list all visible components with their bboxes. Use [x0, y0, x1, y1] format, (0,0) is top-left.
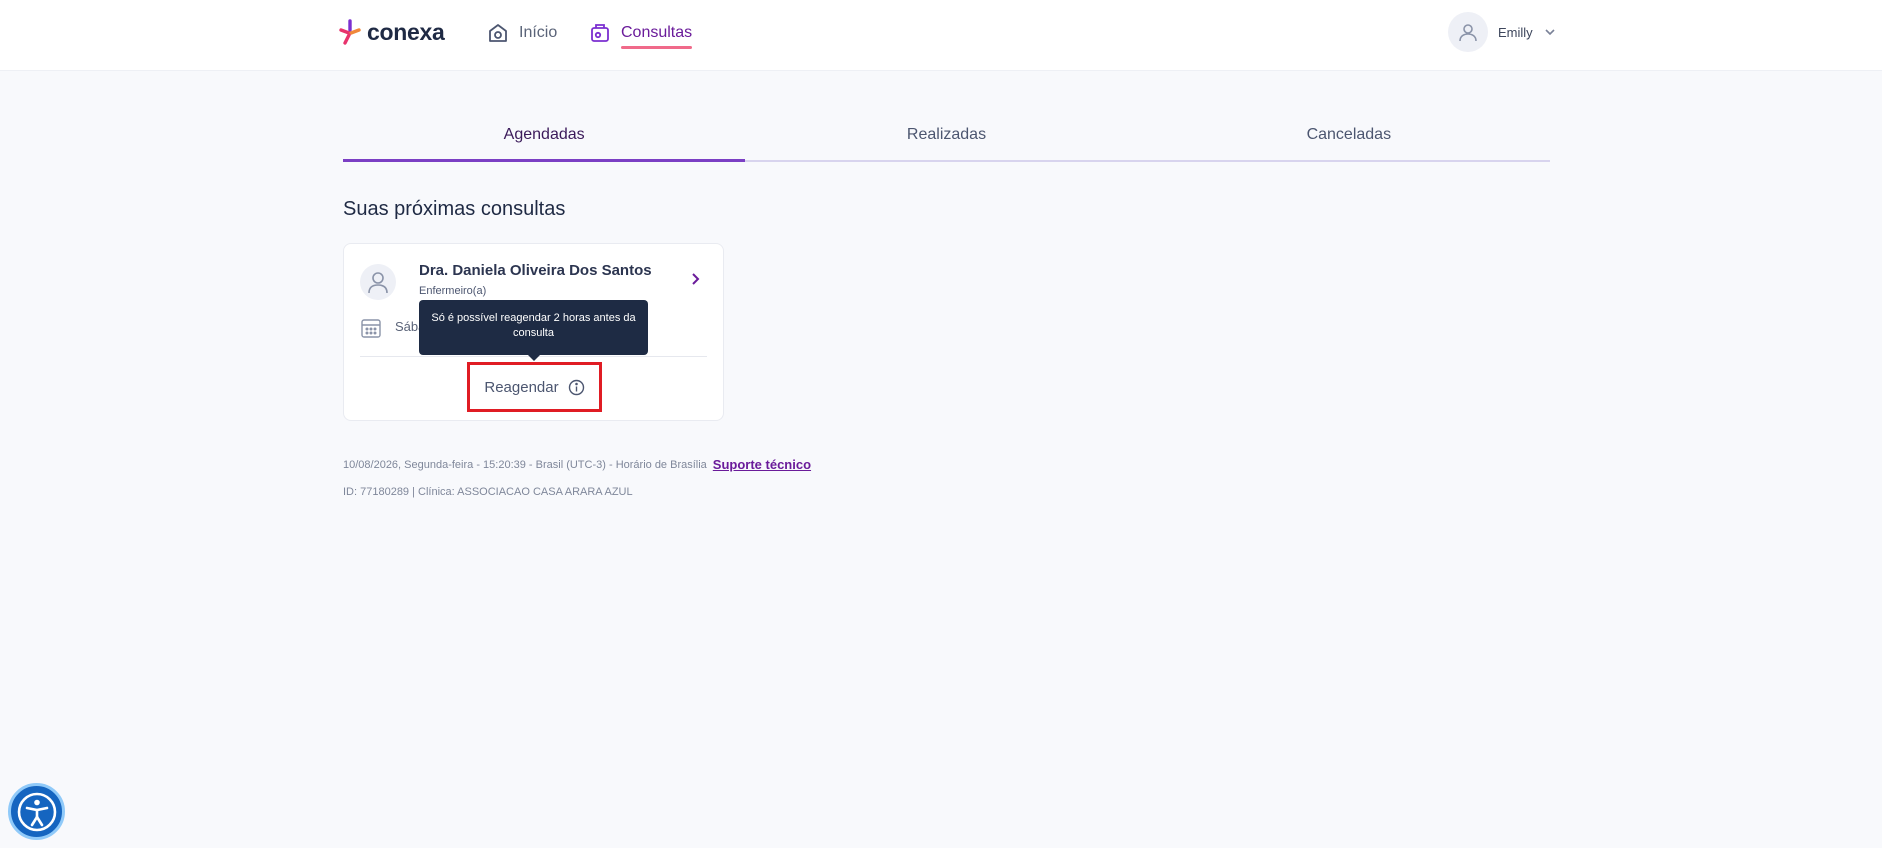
appointments-tabs: Agendadas Realizadas Canceladas — [343, 112, 1550, 162]
doctor-name: Dra. Daniela Oliveira Dos Santos — [419, 262, 652, 279]
reschedule-button[interactable]: Reagendar — [467, 362, 602, 412]
info-icon[interactable] — [568, 379, 585, 396]
support-link[interactable]: Suporte técnico — [713, 457, 811, 472]
tab-canceladas[interactable]: Canceladas — [1147, 112, 1550, 162]
user-icon — [1459, 24, 1477, 42]
consultas-icon — [591, 24, 609, 42]
user-name: Emilly — [1498, 24, 1533, 40]
user-menu[interactable]: Emilly — [1448, 12, 1557, 52]
top-header: conexa Início Consultas Emilly — [0, 0, 1882, 71]
active-nav-underline — [621, 46, 693, 49]
nav-inicio-label: Início — [519, 24, 558, 41]
chevron-down-icon — [1545, 29, 1555, 36]
accessibility-button[interactable] — [8, 783, 65, 840]
avatar — [1448, 12, 1488, 52]
tab-realizadas[interactable]: Realizadas — [745, 112, 1148, 162]
doctor-avatar — [360, 264, 396, 300]
footer-datetime: 10/08/2026, Segunda-feira - 15:20:39 - B… — [343, 458, 707, 471]
user-icon — [368, 272, 388, 294]
conexa-logo[interactable]: conexa — [338, 18, 445, 46]
tab-agendadas[interactable]: Agendadas — [343, 112, 746, 162]
tooltip-arrow — [528, 355, 540, 361]
nav-inicio[interactable]: Início — [487, 18, 557, 48]
reschedule-label: Reagendar — [484, 378, 559, 396]
accessibility-icon — [17, 792, 56, 831]
nav-consultas-label: Consultas — [621, 24, 693, 49]
nav-consultas-text: Consultas — [621, 24, 693, 41]
logo-mark-icon — [339, 19, 361, 45]
doctor-role: Enfermeiro(a) — [419, 285, 487, 297]
chevron-right-icon[interactable] — [688, 271, 702, 287]
reschedule-tooltip: Só é possível reagendar 2 horas antes da… — [419, 300, 648, 355]
calendar-icon — [361, 319, 381, 338]
section-title: Suas próximas consultas — [343, 198, 566, 220]
footer-datetime-line: 10/08/2026, Segunda-feira - 15:20:39 - B… — [343, 457, 811, 472]
nav-consultas[interactable]: Consultas — [589, 18, 693, 49]
footer-id-line: ID: 77180289 | Clínica: ASSOCIACAO CASA … — [343, 486, 633, 498]
logo-text: conexa — [367, 18, 445, 45]
home-icon — [489, 24, 507, 42]
